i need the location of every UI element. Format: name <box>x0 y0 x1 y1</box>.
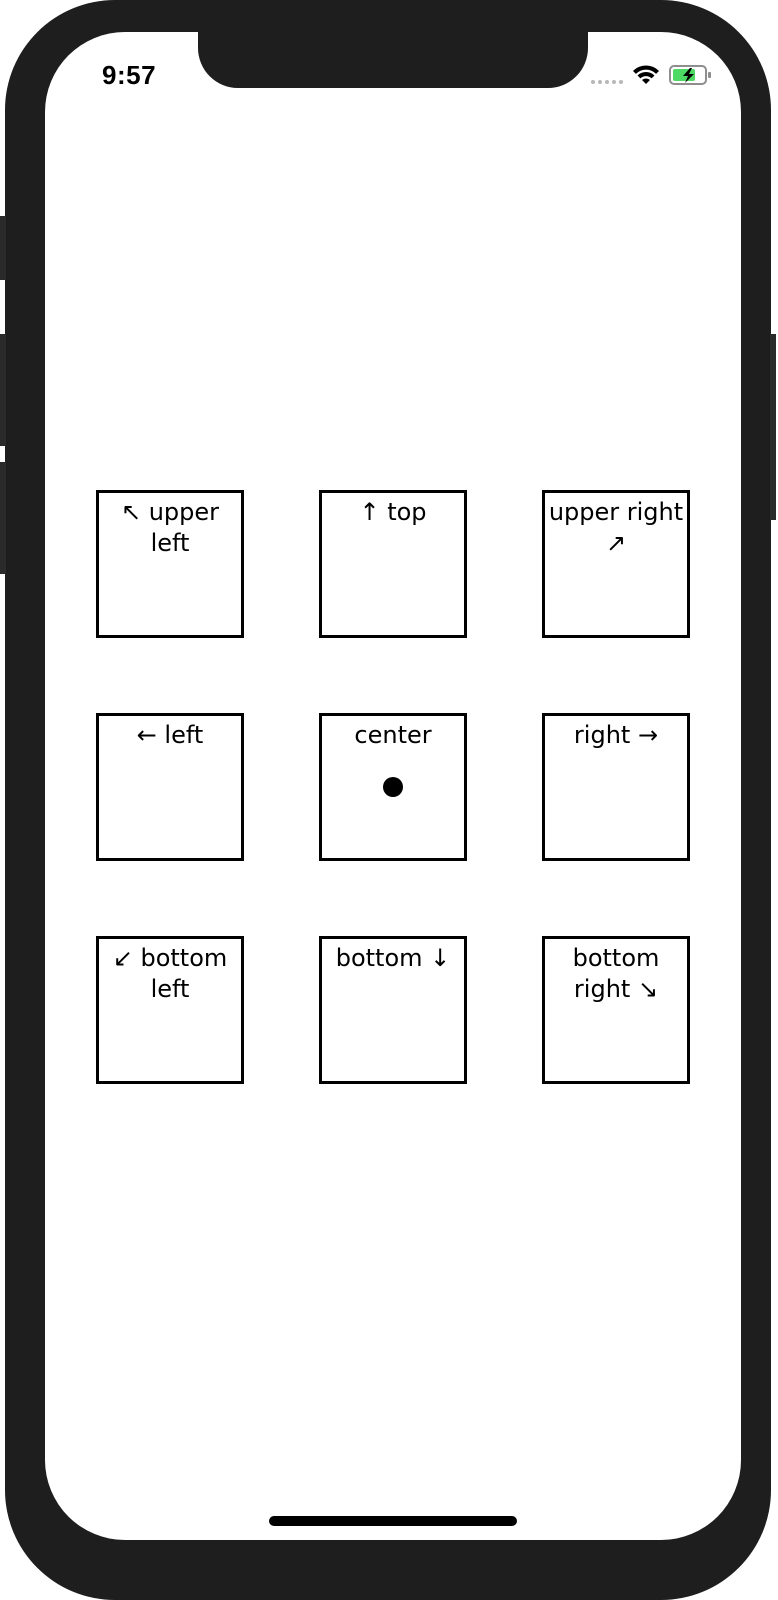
cell-label-center: center <box>354 721 432 749</box>
side-button-right <box>770 334 776 520</box>
cell-label-upper-right: upper right ↗ <box>548 498 684 557</box>
side-button-left-2 <box>0 334 6 446</box>
center-dot-icon <box>383 777 403 797</box>
cell-top[interactable]: ↑ top <box>319 490 467 638</box>
battery-charging-icon <box>669 65 711 85</box>
cell-bottom[interactable]: bottom ↓ <box>319 936 467 1084</box>
home-indicator[interactable] <box>269 1516 517 1526</box>
screen: 9:57 ↖ upper left ↑ top upper right ↗ ← … <box>45 32 741 1540</box>
cell-label-upper-left: ↖ upper left <box>120 498 220 557</box>
status-icons <box>591 64 713 86</box>
cell-label-right: right → <box>573 721 659 749</box>
status-time: 9:57 <box>102 60 157 90</box>
cell-upper-right[interactable]: upper right ↗ <box>542 490 690 638</box>
cell-bottom-right[interactable]: bottom right ↘ <box>542 936 690 1084</box>
cell-label-top: ↑ top <box>359 498 427 526</box>
cell-center[interactable]: center <box>319 713 467 861</box>
cellular-signal-icon <box>591 66 623 84</box>
cell-left[interactable]: ← left <box>96 713 244 861</box>
device-frame: 9:57 ↖ upper left ↑ top upper right ↗ ← … <box>0 0 776 1600</box>
wifi-icon <box>633 65 659 84</box>
cell-right[interactable]: right → <box>542 713 690 861</box>
side-button-left-1 <box>0 216 6 280</box>
cell-upper-left[interactable]: ↖ upper left <box>96 490 244 638</box>
cell-bottom-left[interactable]: ↙ bottom left <box>96 936 244 1084</box>
cell-label-bottom: bottom ↓ <box>335 944 451 972</box>
notch <box>198 32 588 88</box>
cell-label-bottom-left: ↙ bottom left <box>112 944 228 1003</box>
cell-label-bottom-right: bottom right ↘ <box>572 944 660 1003</box>
cell-label-left: ← left <box>136 721 204 749</box>
side-button-left-3 <box>0 462 6 574</box>
